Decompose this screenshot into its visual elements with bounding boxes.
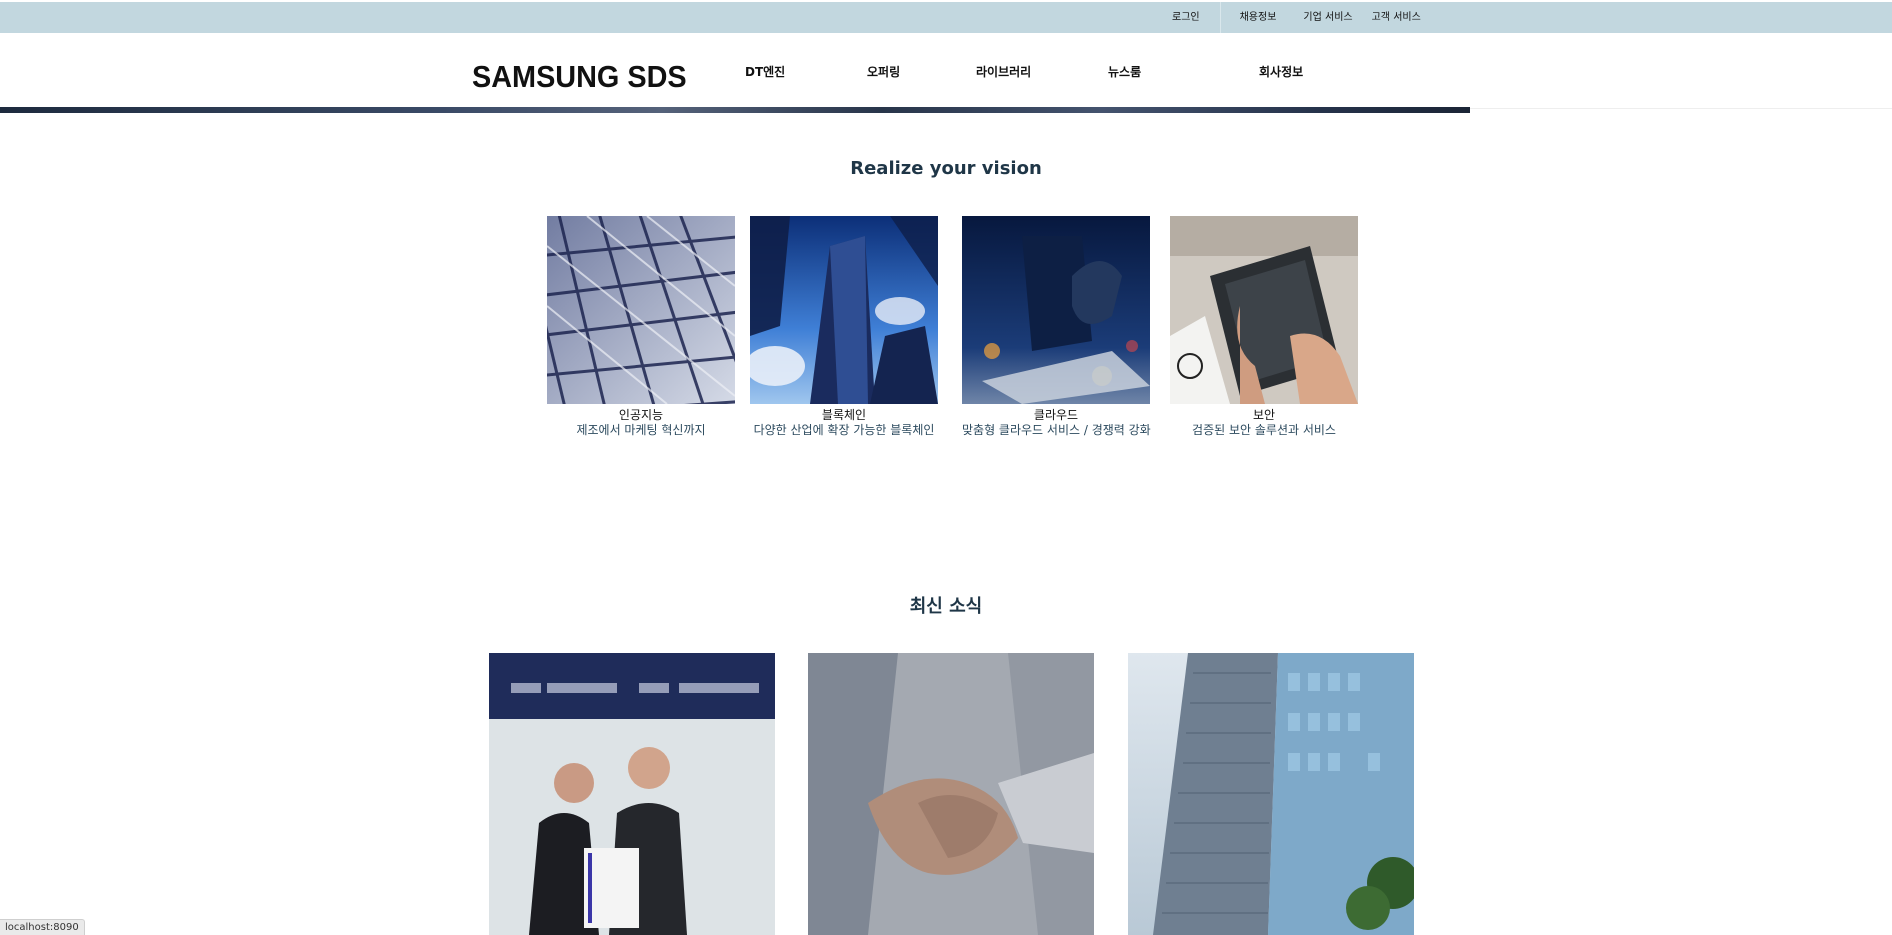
- nav-offering[interactable]: 오퍼링: [867, 63, 900, 80]
- nav-library[interactable]: 라이브러리: [976, 63, 1031, 80]
- enterprise-service-link[interactable]: 기업 서비스: [1293, 2, 1362, 33]
- vision-title: Realize your vision: [850, 158, 1042, 179]
- customer-service-link[interactable]: 고객 서비스: [1363, 2, 1421, 33]
- card-blockchain-desc: 다양한 산업에 확장 가능한 블록체인: [753, 423, 935, 437]
- card-ai-title: 인공지능: [618, 408, 664, 422]
- card-blockchain-image[interactable]: [750, 216, 938, 404]
- utility-bar: 로그인 채용정보 기업 서비스 고객 서비스: [0, 2, 1892, 33]
- utility-links: 로그인 채용정보 기업 서비스 고객 서비스: [1160, 2, 1421, 33]
- card-cloud-image[interactable]: [962, 216, 1150, 404]
- card-ai-desc: 제조에서 마케팅 혁신까지: [576, 423, 706, 437]
- nav-newsroom[interactable]: 뉴스룸: [1108, 63, 1141, 80]
- login-link[interactable]: 로그인: [1160, 2, 1221, 33]
- news-title: 최신 소식: [909, 596, 983, 617]
- card-blockchain[interactable]: 블록체인 다양한 산업에 확장 가능한 블록체인: [750, 216, 938, 438]
- card-security-desc: 검증된 보안 솔루션과 서비스: [1192, 423, 1336, 437]
- news-item-2[interactable]: [808, 653, 1094, 935]
- card-cloud-title: 클라우드: [1033, 408, 1079, 422]
- card-blockchain-title: 블록체인: [821, 408, 867, 422]
- news-item-3[interactable]: [1128, 653, 1414, 935]
- card-security-title: 보안: [1252, 408, 1276, 422]
- card-cloud-desc: 맞춤형 클라우드 서비스 / 경쟁력 강화: [962, 423, 1151, 437]
- hero-banner-edge: [0, 107, 1470, 113]
- status-url: localhost:8090: [0, 919, 85, 935]
- main-header: SAMSUNG SDS DT엔진 오퍼링 라이브러리 뉴스룸 회사정보: [0, 33, 1892, 109]
- card-cloud[interactable]: 클라우드 맞춤형 클라우드 서비스 / 경쟁력 강화: [962, 216, 1151, 438]
- nav-dt-engine[interactable]: DT엔진: [745, 63, 785, 80]
- nav-company-info[interactable]: 회사정보: [1259, 63, 1303, 80]
- card-security[interactable]: 보안 검증된 보안 솔루션과 서비스: [1170, 216, 1358, 438]
- careers-link[interactable]: 채용정보: [1221, 2, 1294, 33]
- card-security-image[interactable]: [1170, 216, 1358, 404]
- card-ai-image[interactable]: [547, 216, 735, 404]
- news-item-1[interactable]: [489, 653, 775, 935]
- samsung-sds-logo[interactable]: SAMSUNG SDS: [472, 61, 687, 92]
- card-ai[interactable]: 인공지능 제조에서 마케팅 혁신까지: [547, 216, 735, 438]
